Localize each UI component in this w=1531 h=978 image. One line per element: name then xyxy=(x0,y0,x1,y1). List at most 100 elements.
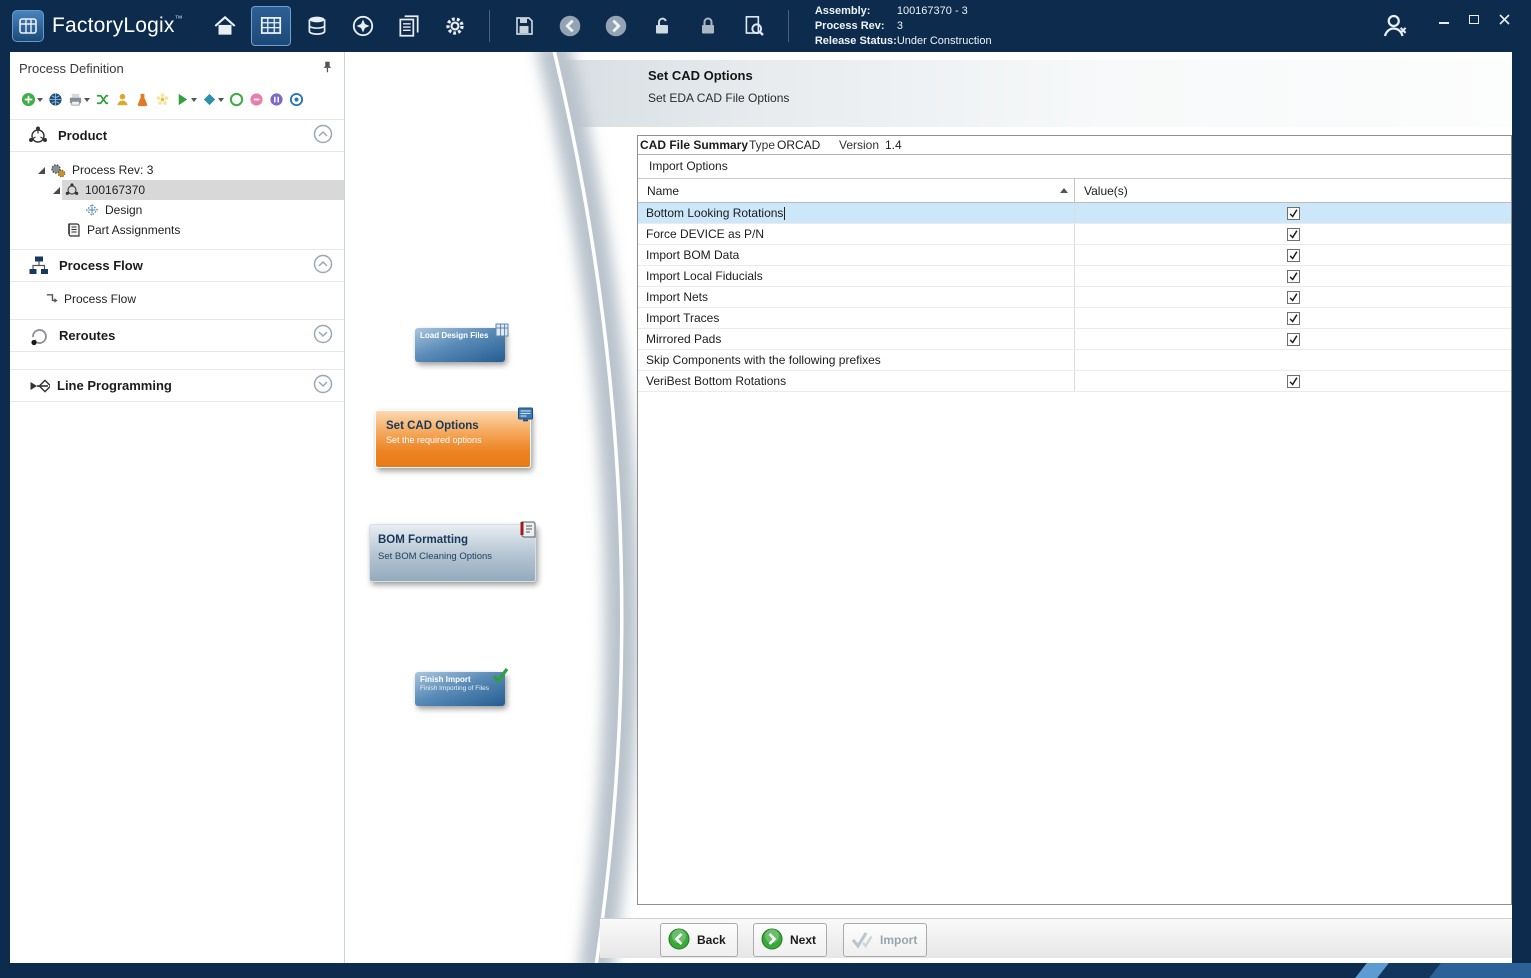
expander-icon[interactable] xyxy=(38,167,45,174)
option-value-cell[interactable] xyxy=(1075,329,1511,349)
option-name[interactable]: Import Nets xyxy=(638,287,1075,307)
option-value-cell[interactable] xyxy=(1075,245,1511,265)
option-value-cell[interactable] xyxy=(1075,308,1511,328)
wizard-step-set-cad-options[interactable]: Set CAD Options Set the required options xyxy=(375,410,531,468)
option-name[interactable]: Import BOM Data xyxy=(638,245,1075,265)
undo-back-icon[interactable] xyxy=(550,6,590,46)
wizard-button-bar: Back Next Import xyxy=(600,918,1512,958)
option-checkbox[interactable] xyxy=(1287,207,1300,220)
option-value-cell[interactable] xyxy=(1075,287,1511,307)
option-checkbox[interactable] xyxy=(1287,375,1300,388)
option-value-cell[interactable] xyxy=(1075,371,1511,391)
documents-icon[interactable] xyxy=(389,6,429,46)
next-arrow-icon xyxy=(760,927,784,954)
assembly-number-label: 100167370 xyxy=(85,183,145,197)
option-value-cell[interactable] xyxy=(1075,224,1511,244)
option-name[interactable]: Bottom Looking Rotations xyxy=(638,203,1075,223)
export-icon[interactable] xyxy=(202,92,224,107)
info-icon[interactable] xyxy=(289,92,304,107)
flower-icon[interactable] xyxy=(155,92,170,107)
section-product[interactable]: Product xyxy=(10,119,344,152)
section-reroutes[interactable]: Reroutes xyxy=(10,319,344,352)
minimize-button[interactable] xyxy=(1431,8,1457,30)
option-name[interactable]: VeriBest Bottom Rotations xyxy=(638,371,1075,391)
design-files-icon xyxy=(495,323,509,342)
pause-icon[interactable] xyxy=(269,92,284,107)
save-icon[interactable] xyxy=(504,6,544,46)
tree-item-design[interactable]: Design xyxy=(10,200,344,220)
table-row[interactable]: Import Nets xyxy=(638,287,1511,308)
tree-item-process-rev[interactable]: Process Rev: 3 xyxy=(10,160,344,180)
option-value-cell[interactable] xyxy=(1075,203,1511,223)
tree-item-process-flow[interactable]: Process Flow xyxy=(10,289,344,309)
section-line-programming[interactable]: Line Programming xyxy=(10,369,344,402)
web-icon[interactable] xyxy=(48,92,63,107)
column-header-name[interactable]: Name xyxy=(638,179,1075,202)
process-flow-icon xyxy=(28,255,50,277)
text-cursor xyxy=(784,207,785,220)
option-name[interactable]: Skip Components with the following prefi… xyxy=(638,350,1075,370)
wizard-step-bom-formatting[interactable]: BOM Formatting Set BOM Cleaning Options xyxy=(369,524,536,582)
lock-icon[interactable] xyxy=(688,6,728,46)
run-icon[interactable] xyxy=(175,92,197,107)
expand-down-icon[interactable] xyxy=(313,324,333,347)
option-name[interactable]: Import Traces xyxy=(638,308,1075,328)
section-process-flow[interactable]: Process Flow xyxy=(10,249,344,282)
option-name[interactable]: Force DEVICE as P/N xyxy=(638,224,1075,244)
option-checkbox[interactable] xyxy=(1287,249,1300,262)
table-row[interactable]: Bottom Looking Rotations xyxy=(638,203,1511,224)
table-row[interactable]: Import BOM Data xyxy=(638,245,1511,266)
option-value-cell[interactable] xyxy=(1075,350,1511,370)
user-logout-icon[interactable] xyxy=(1373,6,1417,46)
close-button[interactable] xyxy=(1491,8,1517,30)
table-row[interactable]: Force DEVICE as P/N xyxy=(638,224,1511,245)
type-value: ORCAD xyxy=(777,138,820,152)
process-rev-icon xyxy=(50,162,67,179)
back-button[interactable]: Back xyxy=(660,923,738,957)
option-checkbox[interactable] xyxy=(1287,312,1300,325)
sort-ascending-icon xyxy=(1060,184,1068,193)
option-value-cell[interactable] xyxy=(1075,266,1511,286)
collapse-up-icon[interactable] xyxy=(313,124,333,147)
tree-item-assembly[interactable]: 100167370 xyxy=(10,180,344,200)
navigator-icon[interactable] xyxy=(343,6,383,46)
user-gold-icon[interactable] xyxy=(115,92,130,107)
wizard-step-finish-import[interactable]: Finish Import Finish Importing of Files xyxy=(415,672,505,706)
option-checkbox[interactable] xyxy=(1287,228,1300,241)
expander-icon[interactable] xyxy=(53,187,60,194)
remove-icon[interactable] xyxy=(249,92,264,107)
wizard-step-load-design-files[interactable]: Load Design Files xyxy=(415,328,505,362)
expand-down-icon[interactable] xyxy=(313,374,333,397)
table-row[interactable]: VeriBest Bottom Rotations xyxy=(638,371,1511,392)
option-name[interactable]: Mirrored Pads xyxy=(638,329,1075,349)
add-item-icon[interactable] xyxy=(21,92,43,107)
print-icon[interactable] xyxy=(68,92,90,107)
next-button[interactable]: Next xyxy=(753,923,827,957)
process-definition-icon[interactable] xyxy=(251,6,291,46)
option-checkbox[interactable] xyxy=(1287,270,1300,283)
type-label: Type xyxy=(749,138,775,152)
maximize-button[interactable] xyxy=(1461,8,1487,30)
table-row[interactable]: Skip Components with the following prefi… xyxy=(638,350,1511,371)
tree-item-part-assignments[interactable]: Part Assignments xyxy=(10,220,344,240)
table-row[interactable]: Mirrored Pads xyxy=(638,329,1511,350)
option-checkbox[interactable] xyxy=(1287,333,1300,346)
table-row[interactable]: Import Traces xyxy=(638,308,1511,329)
assembly-label: Assembly: xyxy=(815,4,897,19)
table-row[interactable]: Import Local Fiducials xyxy=(638,266,1511,287)
unlock-icon[interactable] xyxy=(642,6,682,46)
search-document-icon[interactable] xyxy=(734,6,774,46)
flask-icon[interactable] xyxy=(135,92,150,107)
option-checkbox[interactable] xyxy=(1287,291,1300,304)
sync-icon[interactable] xyxy=(229,92,244,107)
settings-gear-icon[interactable] xyxy=(435,6,475,46)
import-button[interactable]: Import xyxy=(843,923,927,957)
home-icon[interactable] xyxy=(205,6,245,46)
redo-forward-icon[interactable] xyxy=(596,6,636,46)
column-header-values[interactable]: Value(s) xyxy=(1075,179,1511,202)
pin-icon[interactable] xyxy=(320,60,334,77)
database-icon[interactable] xyxy=(297,6,337,46)
collapse-up-icon[interactable] xyxy=(313,254,333,277)
shuffle-icon[interactable] xyxy=(95,92,110,107)
option-name[interactable]: Import Local Fiducials xyxy=(638,266,1075,286)
